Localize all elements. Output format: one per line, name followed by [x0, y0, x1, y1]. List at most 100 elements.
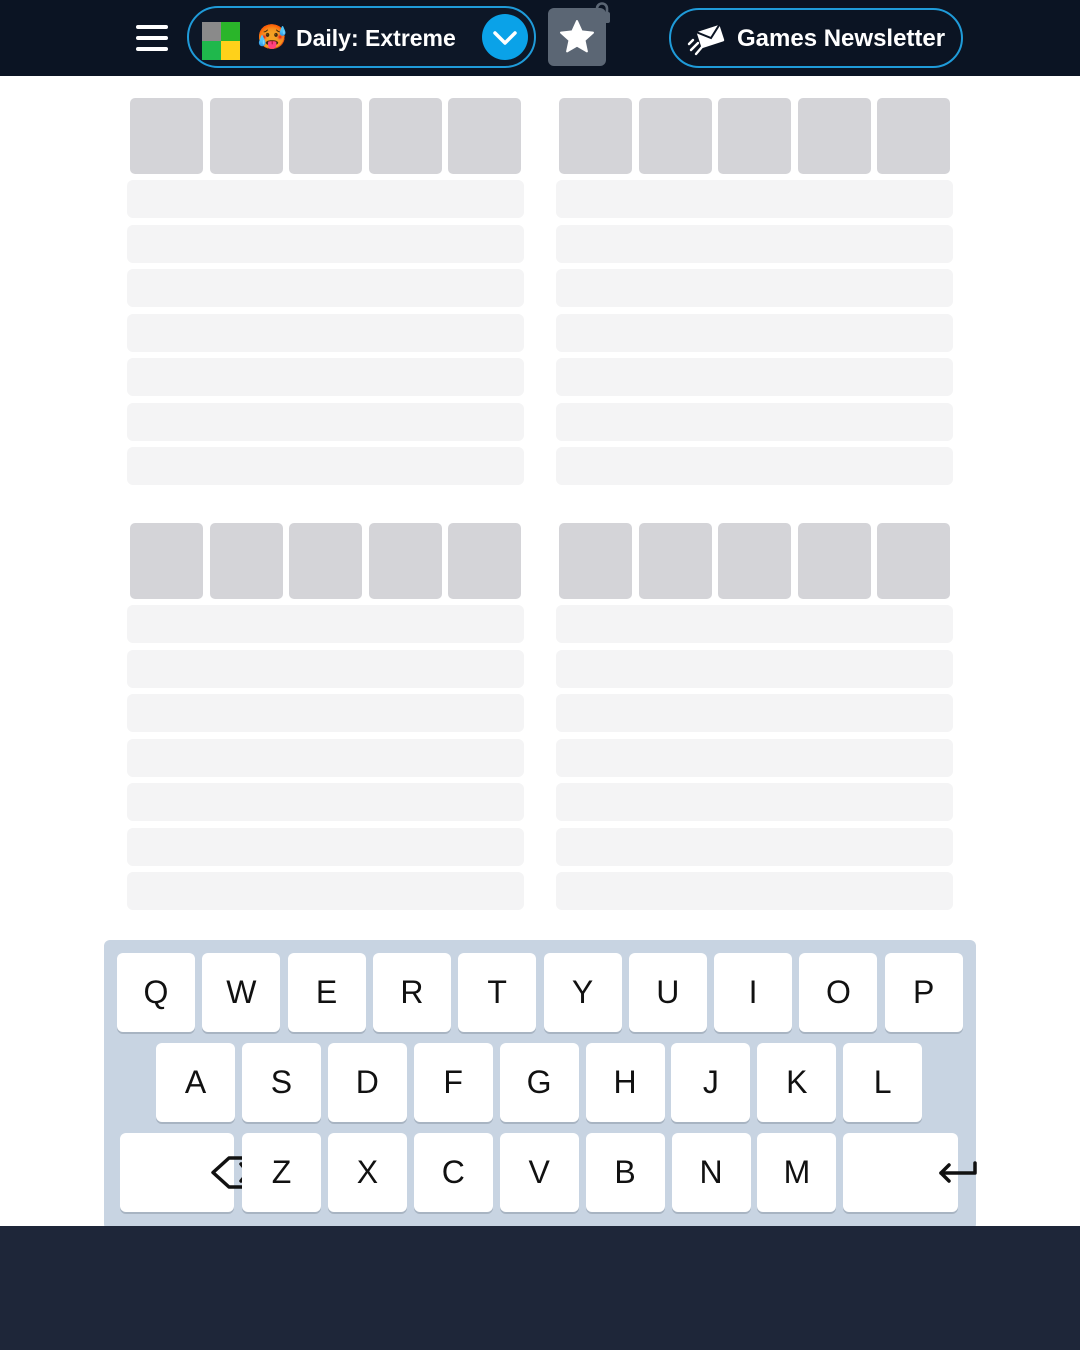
guess-row: [556, 180, 953, 218]
guess-row: [556, 605, 953, 643]
key-label: K: [786, 1064, 808, 1100]
guess-row: [556, 649, 953, 688]
key-s[interactable]: S: [241, 1043, 321, 1122]
games-newsletter-button[interactable]: Games Newsletter: [669, 8, 963, 68]
key-g[interactable]: G: [499, 1043, 579, 1122]
key-l[interactable]: L: [843, 1043, 923, 1122]
key-label: A: [184, 1064, 207, 1100]
key-label: Z: [271, 1154, 292, 1190]
key-p[interactable]: P: [884, 953, 963, 1032]
guess-row: [127, 827, 524, 866]
guess-row: [556, 224, 953, 263]
letter-tile[interactable]: [368, 98, 442, 174]
key-z[interactable]: Z: [242, 1133, 321, 1212]
guess-row: [556, 694, 953, 732]
letter-tile[interactable]: [130, 98, 203, 174]
letter-tile[interactable]: [797, 523, 871, 599]
key-h[interactable]: H: [585, 1043, 665, 1122]
letter-tile[interactable]: [289, 523, 362, 599]
guess-row: [127, 649, 524, 688]
key-label: Q: [143, 974, 169, 1010]
guess-row: [127, 313, 524, 352]
on-screen-keyboard: Q W E R T Y U I O P A S D F G H J K L Z X C V B N M: [104, 940, 977, 1230]
letter-tile[interactable]: [289, 98, 362, 174]
guess-row: [556, 872, 953, 910]
letter-tile[interactable]: [877, 523, 950, 599]
key-t[interactable]: T: [458, 953, 537, 1032]
key-y[interactable]: Y: [543, 953, 622, 1032]
lock-icon: [594, 2, 610, 23]
key-label: B: [614, 1154, 636, 1190]
letter-tile[interactable]: [368, 523, 442, 599]
key-v[interactable]: V: [499, 1133, 579, 1212]
key-label: D: [355, 1064, 379, 1100]
key-e[interactable]: E: [287, 953, 366, 1032]
guess-row: [556, 269, 953, 307]
letter-tile[interactable]: [209, 523, 283, 599]
key-label: G: [526, 1064, 552, 1100]
key-label: P: [913, 974, 935, 1010]
key-label: V: [528, 1154, 550, 1190]
game-logo-icon: [202, 22, 240, 60]
letter-tile[interactable]: [559, 523, 632, 599]
key-label: T: [487, 974, 507, 1010]
guess-row: [127, 180, 524, 218]
key-label: I: [748, 974, 758, 1010]
guess-row: [127, 738, 524, 777]
guess-row: [127, 694, 524, 732]
key-i[interactable]: I: [714, 953, 793, 1032]
letter-tile[interactable]: [130, 523, 203, 599]
key-w[interactable]: W: [202, 953, 281, 1032]
letter-tile[interactable]: [209, 98, 283, 174]
game-mode-select[interactable]: 🥵 Daily: Extreme: [187, 6, 536, 68]
enter-arrow-icon: [938, 1161, 977, 1183]
menu-button[interactable]: [134, 22, 170, 54]
letter-tile[interactable]: [638, 98, 712, 174]
hot-face-icon: 🥵: [257, 24, 287, 51]
guess-row: [127, 783, 524, 821]
guess-row: [127, 605, 524, 643]
key-q[interactable]: Q: [117, 953, 195, 1032]
key-r[interactable]: R: [372, 953, 451, 1032]
key-f[interactable]: F: [413, 1043, 493, 1122]
letter-tile[interactable]: [638, 523, 712, 599]
letter-tile[interactable]: [718, 523, 791, 599]
guess-row: [556, 738, 953, 777]
key-u[interactable]: U: [628, 953, 707, 1032]
key-label: U: [656, 974, 680, 1010]
mode-dropdown-button[interactable]: [482, 14, 528, 60]
bottom-bar: [0, 1226, 1080, 1350]
key-label: R: [400, 974, 424, 1010]
key-label: L: [873, 1064, 892, 1100]
guess-row: [556, 447, 953, 485]
key-o[interactable]: O: [799, 953, 878, 1032]
letter-tile[interactable]: [797, 98, 871, 174]
flying-envelope-icon: [687, 24, 725, 56]
guess-row: [556, 402, 953, 441]
key-a[interactable]: A: [156, 1043, 235, 1122]
key-n[interactable]: N: [671, 1133, 751, 1212]
backspace-key[interactable]: [120, 1133, 271, 1212]
key-label: C: [441, 1154, 465, 1190]
key-label: Y: [571, 974, 594, 1010]
key-c[interactable]: C: [413, 1133, 493, 1212]
key-d[interactable]: D: [327, 1043, 407, 1122]
letter-tile[interactable]: [448, 98, 521, 174]
letter-tile[interactable]: [559, 98, 632, 174]
key-label: E: [315, 974, 338, 1010]
key-b[interactable]: B: [585, 1133, 665, 1212]
letter-tile[interactable]: [448, 523, 521, 599]
letter-tile[interactable]: [877, 98, 950, 174]
letter-tile[interactable]: [718, 98, 791, 174]
mode-label: Daily: Extreme: [296, 25, 456, 51]
guess-row: [127, 358, 524, 396]
key-x[interactable]: X: [327, 1133, 407, 1212]
key-m[interactable]: M: [757, 1133, 837, 1212]
guess-row: [556, 827, 953, 866]
key-k[interactable]: K: [757, 1043, 837, 1122]
enter-key[interactable]: [843, 1133, 977, 1212]
key-j[interactable]: J: [671, 1043, 751, 1122]
key-label: J: [702, 1064, 719, 1100]
guess-row: [127, 872, 524, 910]
key-label: H: [613, 1064, 637, 1100]
